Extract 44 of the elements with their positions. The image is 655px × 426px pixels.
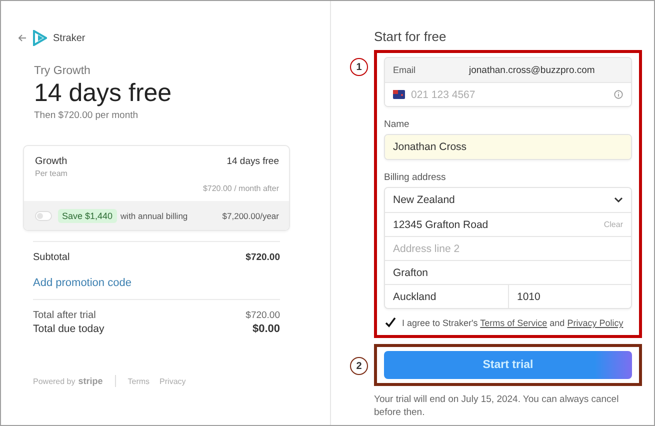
stripe-wordmark: stripe [78, 376, 103, 386]
step-badge: 1 [350, 58, 368, 76]
subtotal-label: Subtotal [33, 252, 70, 263]
terms-of-service-link[interactable]: Terms of Service [480, 318, 548, 328]
email-label: Email [393, 65, 417, 75]
back-arrow-icon[interactable] [18, 34, 27, 42]
total-after-trial-value: $720.00 [246, 310, 280, 321]
subtotal-value: $720.00 [246, 252, 280, 263]
info-icon [614, 90, 623, 99]
email-field[interactable]: Email jonathan.cross@buzzpro.com [385, 58, 631, 82]
price-after: $720.00 / month after [202, 184, 279, 193]
trial-length: 14 days free [226, 156, 279, 167]
address-line-1-field[interactable]: 12345 Grafton Road Clear [385, 212, 631, 236]
plan-headline: 14 days free [34, 79, 173, 108]
step-badge: 2 [350, 357, 368, 375]
annual-billing-text: with annual billing [120, 210, 188, 220]
name-label: Name [384, 119, 410, 130]
plan-name: Growth [35, 156, 68, 167]
chevron-down-icon [614, 197, 623, 203]
suburb-field[interactable]: Grafton [385, 260, 631, 284]
trial-end-note: Your trial will end on July 15, 2024. You can always cancel before then. [374, 393, 620, 420]
checkbox[interactable] [384, 317, 396, 329]
total-due-label: Total due today [33, 323, 104, 335]
annual-billing-toggle[interactable] [35, 210, 52, 220]
total-after-trial-label: Total after trial [33, 310, 96, 321]
savings-badge: Save $1,440 [58, 208, 117, 222]
annual-price: $7,200.00/year [222, 210, 279, 220]
total-due-value: $0.00 [252, 323, 280, 335]
brand-name: Straker [53, 32, 86, 44]
flag-icon [393, 90, 405, 99]
promotion-code-link[interactable]: Add promotion code [33, 277, 132, 289]
powered-by-text: Powered by [33, 376, 76, 386]
city-field[interactable]: Auckland [385, 285, 508, 308]
logo-icon [33, 30, 47, 46]
plan-eyebrow: Try Growth [34, 65, 92, 77]
postcode-field[interactable]: 1010 [508, 285, 631, 308]
billing-address-label: Billing address [384, 172, 447, 183]
plan-subline: Then $720.00 per month [34, 110, 140, 121]
privacy-policy-link[interactable]: Privacy Policy [567, 318, 624, 328]
country-select[interactable]: New Zealand [385, 188, 631, 212]
form-title: Start for free [374, 29, 448, 44]
plan-unit: Per team [35, 169, 68, 178]
name-field[interactable]: Jonathan Cross [385, 135, 631, 159]
terms-agreement: I agree to Straker's Terms of Service and Privacy Policy [402, 318, 624, 328]
